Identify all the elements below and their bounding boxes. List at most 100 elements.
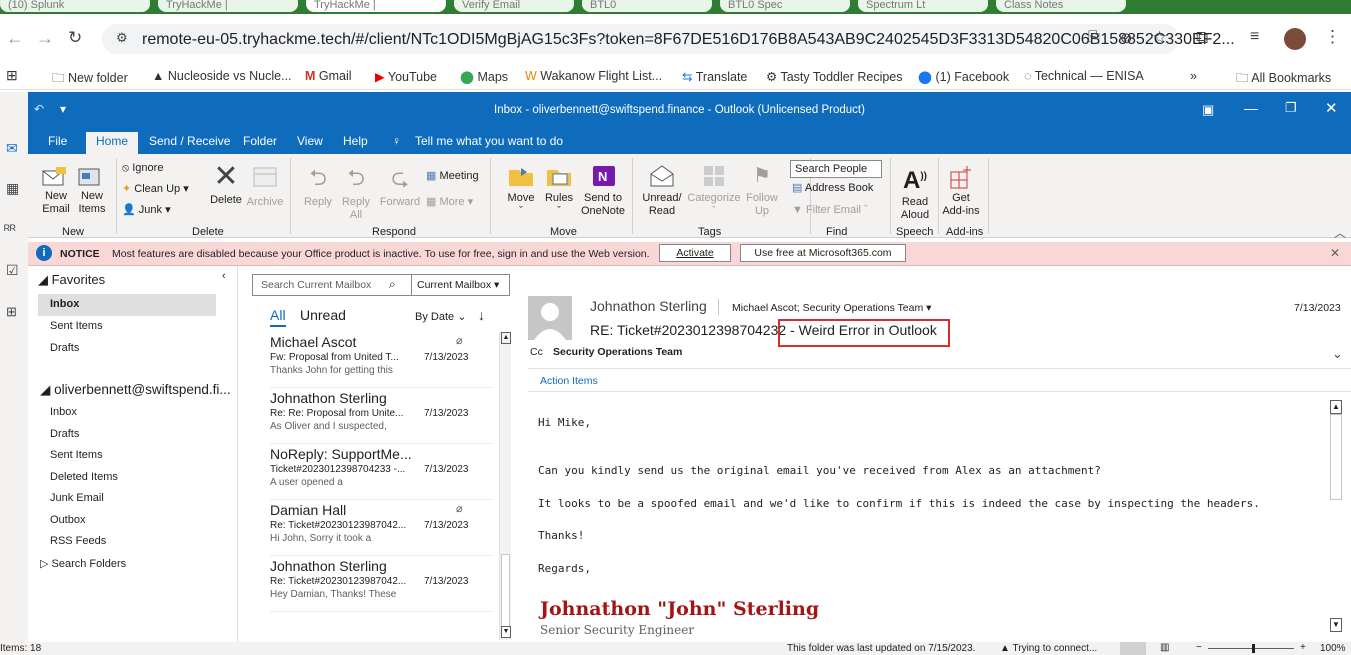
browser-tab[interactable]: BTL0 Spec (720, 0, 850, 12)
browser-tab[interactable]: Verify Email (454, 0, 574, 12)
forward-button[interactable]: ⮎ Forward (378, 166, 422, 209)
ignore-button[interactable]: ⦸ Ignore (122, 162, 163, 175)
bookmark-overflow-icon[interactable]: » (1190, 69, 1197, 83)
address-bar[interactable]: ⚙ remote-eu-05.tryhackme.tech/#/client/N… (102, 24, 1235, 54)
favorite-folder[interactable]: Drafts (50, 342, 79, 354)
account-folder[interactable]: Sent Items (50, 449, 103, 461)
mail-icon[interactable]: ✉ (6, 140, 18, 157)
reply-button[interactable]: ⮌ Reply (300, 166, 336, 209)
account-header[interactable]: ◢ oliverbennett@swiftspend.fi... (40, 382, 231, 398)
zoom-out-icon[interactable]: − (1196, 642, 1202, 653)
calendar-icon[interactable]: ▦ (6, 180, 19, 197)
more-respond-button[interactable]: ▦ More ▾ (426, 196, 473, 209)
browser-tab[interactable]: TryHackMe | (158, 0, 298, 12)
tab-home[interactable]: Home (86, 132, 139, 154)
profile-avatar[interactable] (1284, 28, 1306, 50)
eye-off-icon[interactable]: ⊘ (1120, 29, 1133, 47)
search-scope-dropdown[interactable]: Current Mailbox ▾ (417, 279, 499, 291)
filter-unread[interactable]: Unread (300, 307, 346, 323)
clipboard-icon[interactable]: ⎘ (1088, 29, 1100, 46)
account-folder[interactable]: Outbox (50, 514, 85, 526)
categorize-button[interactable]: Categorize ˇ (686, 164, 742, 218)
tell-me-search[interactable]: Tell me what you want to do (415, 134, 563, 148)
reload-icon[interactable]: ↻ (68, 28, 82, 48)
zoom-slider[interactable] (1208, 648, 1294, 649)
read-aloud-button[interactable]: A)) Read Aloud (896, 164, 934, 222)
back-icon[interactable]: ← (6, 28, 24, 49)
bookmark-item[interactable]: W Wakanow Flight List... (525, 69, 662, 83)
browser-tab[interactable]: Spectrum Lt (858, 0, 988, 12)
new-items-button[interactable]: New Items (76, 166, 108, 216)
collapse-ribbon-icon[interactable]: ︿ (1334, 224, 1346, 241)
filter-all[interactable]: All (270, 307, 286, 323)
bookmark-item[interactable]: ⬤ (1) Facebook (918, 69, 1009, 84)
search-folders-item[interactable]: ▷ Search Folders (40, 557, 126, 570)
favorite-folder[interactable]: Inbox (50, 298, 79, 310)
scroll-up-icon[interactable]: ▲ (1330, 400, 1342, 414)
bookmark-item[interactable]: 🗀 New folder (52, 69, 128, 90)
favorites-header[interactable]: ◢ Favorites (38, 272, 105, 288)
extensions-icon[interactable]: ⧉ (1196, 28, 1208, 48)
more-apps-icon[interactable]: ⊞ (6, 304, 17, 320)
delete-button[interactable]: ✕ Delete (206, 162, 246, 207)
tab-send-receive[interactable]: Send / Receive (149, 134, 230, 148)
reading-scrollbar[interactable]: ▲ ▼ (1330, 400, 1344, 636)
tab-help[interactable]: Help (343, 134, 368, 148)
reply-all-button[interactable]: ⮌ Reply All (338, 166, 374, 222)
message-item[interactable]: Damian Hall ⌀ Re: Ticket#20230123987042.… (270, 500, 492, 556)
account-folder[interactable]: Drafts (50, 428, 79, 440)
reading-view-icon[interactable]: ▥ (1160, 642, 1169, 653)
scroll-down-icon[interactable]: ▼ (1330, 618, 1342, 632)
scroll-down-icon[interactable]: ▼ (501, 626, 511, 638)
archive-button[interactable]: Archive (246, 166, 284, 209)
use-free-button[interactable]: Use free at Microsoft365.com (740, 244, 906, 262)
bookmark-item[interactable]: ⬤ Maps (460, 69, 508, 84)
apps-icon[interactable]: ⊞ (6, 67, 18, 84)
activate-button[interactable]: Activate (659, 244, 731, 262)
zoom-in-icon[interactable]: + (1300, 642, 1306, 653)
browser-tab[interactable]: Class Notes (996, 0, 1126, 12)
browser-tab[interactable]: (10) Splunk (0, 0, 150, 12)
restore-icon[interactable]: ❐ (1285, 100, 1297, 116)
bookmark-item[interactable]: ◌ Technical — ENISA (1024, 69, 1144, 83)
tab-search-icon[interactable]: ≡ (1250, 28, 1259, 46)
junk-button[interactable]: 👤 Junk ▾ (122, 204, 171, 217)
send-to-onenote-button[interactable]: N Send to OneNote (580, 164, 626, 218)
message-item[interactable]: Michael Ascot ⌀ Fw: Proposal from United… (270, 332, 492, 388)
bookmark-item[interactable]: ▶ YouTube (375, 69, 437, 84)
sort-direction-icon[interactable]: ↓ (478, 307, 485, 323)
minimize-icon[interactable]: — (1244, 100, 1258, 116)
more-menu-icon[interactable]: ⋮ (1324, 27, 1341, 47)
scroll-up-icon[interactable]: ▲ (501, 332, 511, 344)
account-folder[interactable]: Junk Email (50, 492, 104, 504)
clean-up-button[interactable]: ✦ Clean Up ▾ (122, 183, 189, 196)
search-people-input[interactable]: Search People (790, 160, 882, 178)
forward-icon[interactable]: → (36, 28, 54, 49)
favorite-folder[interactable]: Sent Items (50, 320, 103, 332)
message-item[interactable]: Johnathon Sterling Re: Re: Proposal from… (270, 388, 492, 444)
close-icon[interactable]: ✕ (1325, 99, 1338, 117)
people-icon[interactable]: ᴿᴿ (4, 222, 16, 237)
message-item[interactable]: Johnathon Sterling Re: Ticket#2023012398… (270, 556, 492, 612)
expand-header-icon[interactable]: ⌄ (1332, 346, 1343, 362)
account-folder[interactable]: Inbox (50, 406, 77, 418)
sort-by-date[interactable]: By Date ⌄ (415, 310, 466, 323)
account-folder[interactable]: RSS Feeds (50, 535, 106, 547)
meeting-button[interactable]: ▦ Meeting (426, 170, 479, 183)
move-button[interactable]: Move ˇ (504, 164, 538, 218)
scroll-thumb[interactable] (501, 554, 510, 632)
search-icon[interactable]: ⌕ (389, 277, 396, 292)
message-item[interactable]: NoReply: SupportMe... Ticket#20230123987… (270, 444, 492, 500)
undo-icon[interactable]: ↶ (34, 102, 44, 116)
browser-tab[interactable]: BTL0 (582, 0, 712, 12)
zoom-slider-thumb[interactable] (1252, 644, 1255, 653)
message-list-scrollbar[interactable]: ▲ ▼ (499, 332, 511, 640)
bookmark-item[interactable]: ⇆ Translate (682, 69, 747, 84)
browser-tab-active[interactable]: TryHackMe | (306, 0, 446, 12)
bookmark-item[interactable]: ▲ Nucleoside vs Nucle... (152, 69, 292, 83)
collapse-pane-icon[interactable]: ‹ (222, 270, 226, 282)
bookmark-item[interactable]: ⚙ Tasty Toddler Recipes (766, 69, 903, 84)
search-input[interactable]: Search Current Mailbox (261, 279, 371, 291)
bookmark-item[interactable]: M Gmail (305, 69, 352, 83)
ribbon-display-icon[interactable]: ▣ (1202, 102, 1214, 118)
